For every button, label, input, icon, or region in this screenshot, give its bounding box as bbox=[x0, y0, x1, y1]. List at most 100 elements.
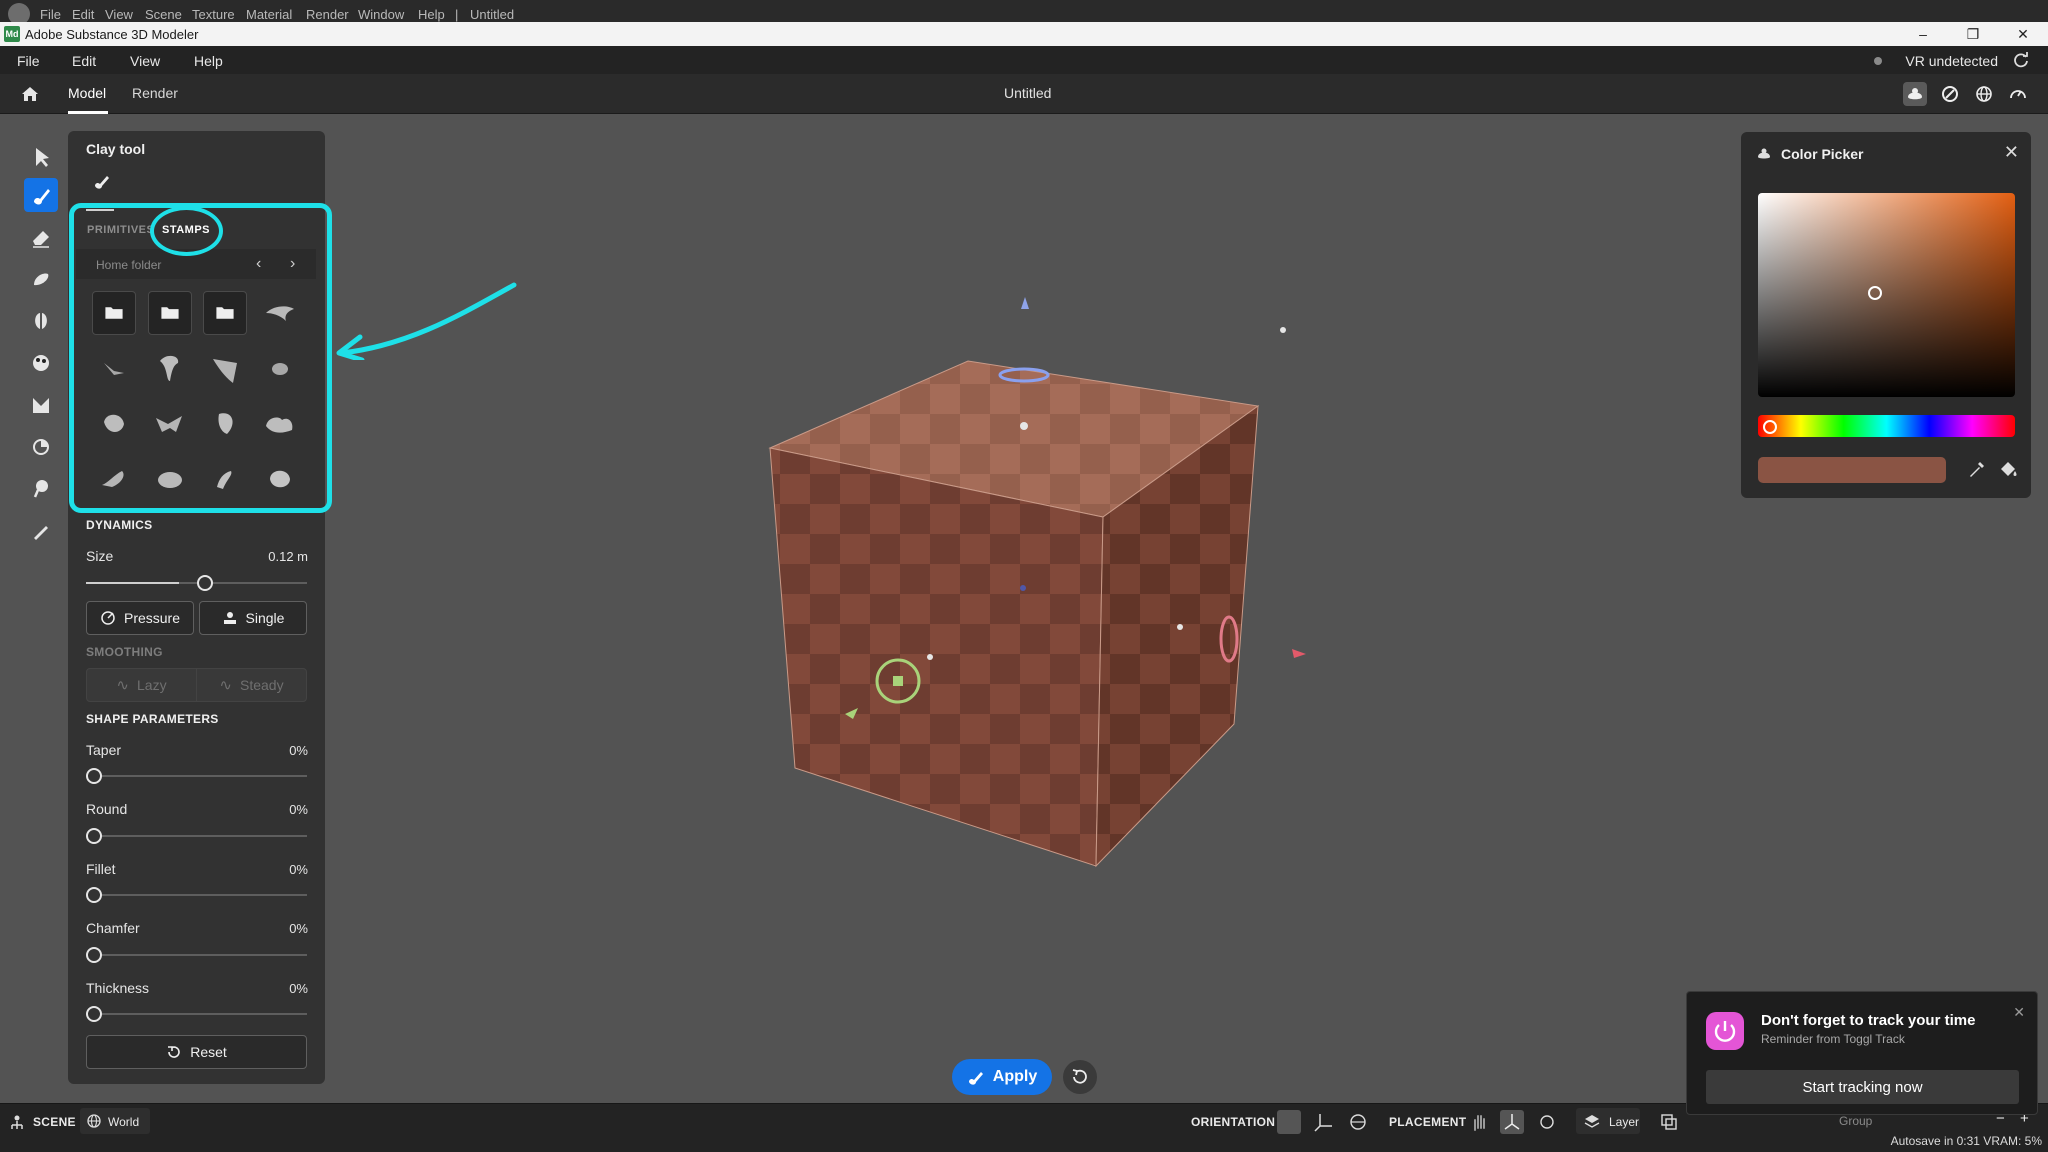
placement-axis-icon[interactable] bbox=[1500, 1110, 1524, 1134]
taper-value: 0% bbox=[289, 743, 308, 758]
stamp-icon bbox=[223, 612, 236, 624]
close-icon[interactable]: ✕ bbox=[2013, 1004, 2025, 1021]
clay-brush-icon bbox=[968, 1072, 983, 1085]
apply-button[interactable]: Apply bbox=[952, 1059, 1052, 1095]
pressure-icon bbox=[101, 611, 115, 625]
size-slider-fill bbox=[86, 582, 179, 584]
sys-menu-scene[interactable]: Scene bbox=[145, 7, 182, 22]
round-slider[interactable] bbox=[86, 835, 307, 837]
move-icon[interactable] bbox=[24, 388, 58, 422]
minimize-button[interactable]: – bbox=[1908, 24, 1938, 44]
paint-icon[interactable] bbox=[24, 346, 58, 380]
thickness-slider[interactable] bbox=[86, 1013, 307, 1015]
globe-icon[interactable] bbox=[1972, 82, 1996, 106]
close-window-button[interactable]: ✕ bbox=[2008, 24, 2038, 44]
hand-icon[interactable] bbox=[1467, 1110, 1491, 1134]
orientation-globe-icon[interactable] bbox=[1346, 1110, 1370, 1134]
vr-status-dot bbox=[1874, 57, 1882, 65]
autosave-status: Autosave in 0:31 VRAM: 5% bbox=[1890, 1134, 2042, 1148]
hue-slider[interactable] bbox=[1758, 415, 2015, 437]
menu-edit[interactable]: Edit bbox=[72, 53, 96, 69]
sys-menu-separator: | bbox=[455, 7, 459, 22]
taper-slider[interactable] bbox=[86, 775, 307, 777]
reset-button[interactable]: Reset bbox=[86, 1035, 307, 1069]
toggl-notification: Don't forget to track your time Reminder… bbox=[1686, 991, 2038, 1115]
orientation-axis-icon[interactable] bbox=[1312, 1110, 1336, 1134]
chamfer-slider-knob[interactable] bbox=[86, 947, 102, 963]
select-arrow-icon[interactable] bbox=[24, 140, 58, 174]
undo-button[interactable] bbox=[1063, 1060, 1097, 1094]
thickness-label: Thickness bbox=[86, 980, 150, 996]
menu-view[interactable]: View bbox=[130, 53, 160, 69]
reset-label: Reset bbox=[190, 1044, 227, 1060]
eraser-icon[interactable] bbox=[24, 220, 58, 254]
tab-model[interactable]: Model bbox=[68, 85, 106, 101]
paint-mode-icon[interactable] bbox=[1938, 82, 1962, 106]
taper-label: Taper bbox=[86, 742, 122, 758]
steady-label: Steady bbox=[239, 677, 284, 693]
clay-brush-icon[interactable] bbox=[24, 178, 58, 212]
sys-menu-window[interactable]: Window bbox=[358, 7, 404, 22]
fillet-slider[interactable] bbox=[86, 894, 307, 896]
round-slider-knob[interactable] bbox=[86, 828, 102, 844]
toast-title: Don't forget to track your time bbox=[1761, 1012, 1976, 1029]
restore-button[interactable]: ❐ bbox=[1958, 24, 1988, 44]
sculpt-mode-icon[interactable] bbox=[1903, 82, 1927, 106]
cube-model[interactable] bbox=[768, 360, 1260, 868]
lazy-button[interactable]: ∿ Lazy bbox=[86, 668, 197, 702]
system-menu-bar: File Edit View Scene Texture Material Re… bbox=[0, 0, 2048, 22]
sys-menu-help[interactable]: Help bbox=[418, 7, 445, 22]
smooth-icon[interactable] bbox=[24, 262, 58, 296]
single-button[interactable]: Single bbox=[199, 601, 307, 635]
orientation-local-icon[interactable] bbox=[1277, 1110, 1301, 1134]
menu-bar: File Edit View Help VR undetected bbox=[0, 46, 2048, 74]
menu-file[interactable]: File bbox=[17, 53, 40, 69]
color-picker-panel: Color Picker ✕ bbox=[1741, 132, 2031, 498]
fillet-slider-knob[interactable] bbox=[86, 887, 102, 903]
size-slider-knob[interactable] bbox=[197, 575, 213, 591]
layer-label: Layer bbox=[1609, 1115, 1640, 1129]
hue-slider-knob[interactable] bbox=[1763, 420, 1777, 434]
sys-menu-material[interactable]: Material bbox=[246, 7, 292, 22]
single-label: Single bbox=[245, 610, 285, 626]
steady-button[interactable]: ∿ Steady bbox=[196, 668, 307, 702]
current-color-swatch[interactable] bbox=[1758, 457, 1946, 483]
refresh-icon[interactable] bbox=[2012, 51, 2030, 69]
sys-menu-render[interactable]: Render bbox=[306, 7, 349, 22]
paint-bucket-icon[interactable] bbox=[1997, 459, 2019, 481]
size-value: 0.12 m bbox=[268, 549, 308, 564]
start-tracking-button[interactable]: Start tracking now bbox=[1706, 1070, 2019, 1104]
sys-menu-edit[interactable]: Edit bbox=[72, 7, 94, 22]
saturation-value-field[interactable] bbox=[1758, 193, 2015, 397]
thickness-slider-knob[interactable] bbox=[86, 1006, 102, 1022]
snap-icon[interactable] bbox=[1535, 1110, 1559, 1134]
shape-parameters-heading: SHAPE PARAMETERS bbox=[86, 712, 219, 726]
lasso-icon[interactable] bbox=[24, 430, 58, 464]
chamfer-slider[interactable] bbox=[86, 954, 307, 956]
pin-icon[interactable] bbox=[24, 472, 58, 506]
pressure-button[interactable]: Pressure bbox=[86, 601, 194, 635]
clay-brush-preset-icon[interactable] bbox=[92, 171, 112, 191]
scene-tree-icon[interactable] bbox=[8, 1114, 26, 1132]
taper-slider-knob[interactable] bbox=[86, 768, 102, 784]
pencil-icon[interactable] bbox=[24, 514, 58, 548]
smoothing-heading: SMOOTHING bbox=[86, 645, 163, 659]
chamfer-label: Chamfer bbox=[86, 920, 140, 936]
reset-icon bbox=[168, 1046, 180, 1058]
window-title: Adobe Substance 3D Modeler bbox=[25, 27, 199, 42]
scene-label[interactable]: SCENE bbox=[33, 1115, 76, 1129]
group-add-icon[interactable] bbox=[1657, 1110, 1681, 1134]
menu-help[interactable]: Help bbox=[194, 53, 223, 69]
sys-menu-texture[interactable]: Texture bbox=[192, 7, 235, 22]
placement-label: PLACEMENT bbox=[1389, 1115, 1467, 1129]
tab-render[interactable]: Render bbox=[132, 85, 178, 101]
close-icon[interactable]: ✕ bbox=[2004, 142, 2019, 163]
apply-label: Apply bbox=[992, 1068, 1038, 1085]
color-field-handle[interactable] bbox=[1868, 286, 1882, 300]
performance-gauge-icon[interactable] bbox=[2006, 82, 2030, 106]
home-icon[interactable] bbox=[20, 84, 40, 104]
sys-menu-view[interactable]: View bbox=[105, 7, 133, 22]
sys-menu-file[interactable]: File bbox=[40, 7, 61, 22]
mirror-icon[interactable] bbox=[24, 304, 58, 338]
eyedropper-icon[interactable] bbox=[1965, 459, 1987, 481]
